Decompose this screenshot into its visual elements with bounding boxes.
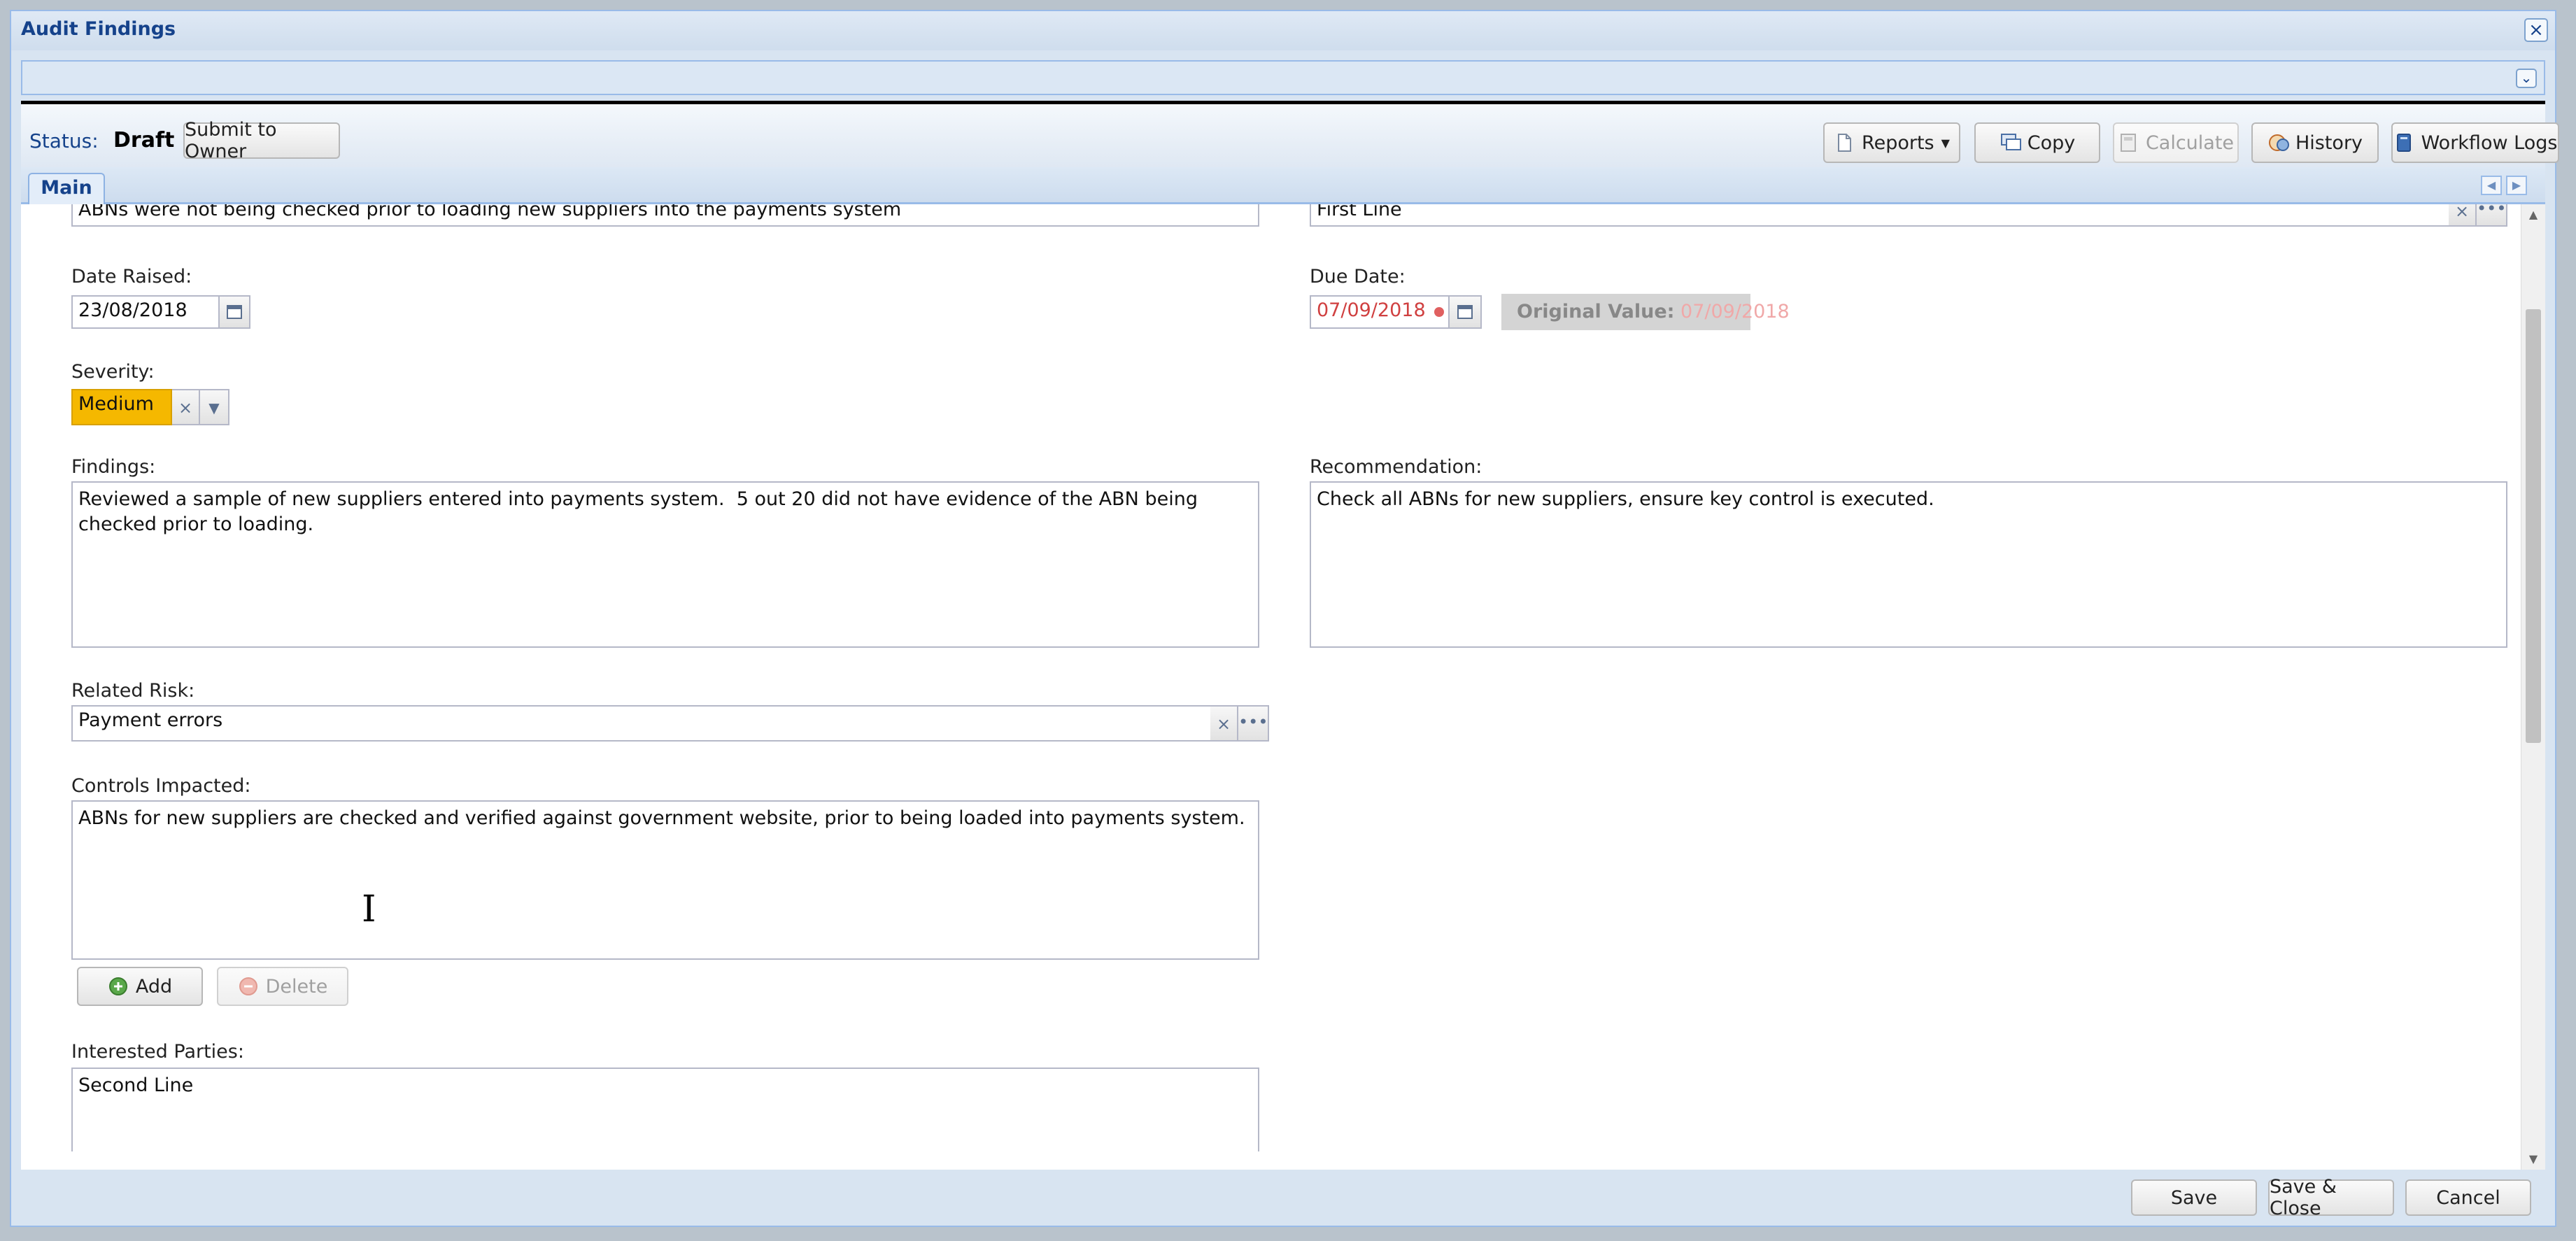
calculator-icon (2118, 132, 2139, 153)
finding-title-field[interactable]: ABNs were not being checked prior to loa… (71, 204, 1259, 227)
related-risk-field[interactable]: Payment errors (71, 705, 1210, 742)
window-titlebar: Audit Findings × (11, 11, 2555, 50)
window-title: Audit Findings (21, 18, 176, 40)
severity-label: Severity: (71, 361, 155, 383)
add-label: Add (135, 975, 173, 998)
line-of-defence-field[interactable]: First Line (1310, 204, 2449, 227)
interested-parties-textarea[interactable]: Second Line (71, 1068, 1259, 1151)
severity-clear-icon[interactable]: × (172, 389, 200, 425)
collapsed-panel: ⌄ (21, 60, 2545, 95)
controls-impacted-label: Controls Impacted: (71, 775, 251, 797)
cancel-button[interactable]: Cancel (2405, 1179, 2531, 1216)
reports-button[interactable]: Reports ▼ (1823, 122, 1960, 163)
add-icon (108, 976, 129, 997)
due-date-calendar-icon[interactable] (1450, 295, 1482, 329)
tab-main[interactable]: Main (28, 173, 105, 204)
controls-impacted-textarea[interactable]: ABNs for new suppliers are checked and v… (71, 800, 1259, 960)
submit-to-owner-label: Submit to Owner (185, 119, 277, 162)
findings-textarea[interactable]: Reviewed a sample of new suppliers enter… (71, 481, 1259, 648)
document-icon (1834, 132, 1855, 153)
due-date-label: Due Date: (1310, 266, 1406, 288)
save-close-button[interactable]: Save & Close (2268, 1176, 2394, 1219)
scroll-thumb[interactable] (2526, 309, 2541, 743)
status-label: Status: (29, 129, 99, 153)
add-control-button[interactable]: Add (77, 967, 203, 1006)
copy-icon (2000, 132, 2021, 153)
date-raised-field[interactable]: 23/08/2018 (71, 295, 220, 329)
related-risk-label: Related Risk: (71, 680, 195, 702)
calendar-icon[interactable] (220, 295, 250, 329)
expand-icon[interactable]: ⌄ (2516, 69, 2537, 88)
text-cursor-icon: I (362, 888, 376, 930)
main-panel: Status: Draft Submit to Owner Reports ▼ … (21, 101, 2559, 1170)
tab-strip: Main ◀ ▶ (21, 167, 2545, 204)
tab-scroll-left-icon[interactable]: ◀ (2481, 176, 2502, 195)
footer-bar: Save Save & Close Cancel (11, 1170, 2555, 1226)
original-value: 07/09/2018 (1680, 301, 1790, 322)
reports-label: Reports (1862, 132, 1934, 154)
original-value-badge: Original Value: 07/09/2018 (1501, 294, 1790, 330)
save-label: Save (2170, 1186, 2218, 1209)
more-options-icon[interactable]: ••• (2477, 204, 2507, 227)
original-value-label: Original Value: (1517, 301, 1675, 322)
submit-to-owner-button[interactable]: Submit to Owner (183, 119, 340, 162)
recommendation-label: Recommendation: (1310, 456, 1482, 478)
history-icon (2267, 132, 2289, 153)
recommendation-textarea[interactable]: Check all ABNs for new suppliers, ensure… (1310, 481, 2507, 648)
date-raised-label: Date Raised: (71, 266, 192, 288)
chevron-down-icon: ▼ (1941, 136, 1950, 150)
history-button[interactable]: History (2251, 122, 2379, 163)
due-date-field[interactable]: 07/09/2018 (1310, 295, 1450, 329)
close-icon[interactable]: × (2524, 18, 2548, 42)
toolbar: Status: Draft Submit to Owner Reports ▼ … (21, 104, 2559, 167)
clear-icon[interactable]: × (2449, 204, 2477, 227)
tab-scroll-right-icon[interactable]: ▶ (2506, 176, 2527, 195)
severity-field[interactable]: Medium (71, 389, 172, 425)
scroll-up-icon[interactable]: ▲ (2521, 204, 2545, 225)
copy-button[interactable]: Copy (1974, 122, 2100, 163)
severity-dropdown-icon[interactable]: ▼ (200, 389, 229, 425)
delete-label: Delete (265, 975, 328, 998)
cancel-label: Cancel (2436, 1186, 2500, 1209)
vertical-scrollbar[interactable]: ▲ ▼ (2521, 204, 2545, 1170)
related-risk-lookup-icon[interactable]: ••• (1238, 705, 1269, 742)
form-body: ABNs were not being checked prior to loa… (21, 204, 2545, 1170)
calculate-button[interactable]: Calculate (2113, 122, 2239, 163)
findings-label: Findings: (71, 456, 156, 478)
audit-findings-window: Audit Findings × ⌄ Status: Draft Submit … (10, 10, 2559, 1227)
related-risk-clear-icon[interactable]: × (1210, 705, 1238, 742)
save-button[interactable]: Save (2131, 1179, 2257, 1216)
workflow-logs-label: Workflow Logs (2421, 132, 2558, 154)
copy-label: Copy (2027, 132, 2076, 154)
delete-icon (238, 976, 259, 997)
save-close-label: Save & Close (2270, 1176, 2337, 1219)
workflow-logs-icon (2393, 132, 2414, 153)
calculate-label: Calculate (2145, 132, 2235, 154)
workflow-logs-button[interactable]: Workflow Logs (2391, 122, 2559, 163)
scroll-down-icon[interactable]: ▼ (2521, 1149, 2545, 1170)
interested-parties-label: Interested Parties: (71, 1041, 244, 1063)
required-indicator-icon (1434, 307, 1444, 317)
status-value: Draft (113, 128, 175, 153)
history-label: History (2295, 132, 2363, 154)
delete-control-button[interactable]: Delete (217, 967, 348, 1006)
